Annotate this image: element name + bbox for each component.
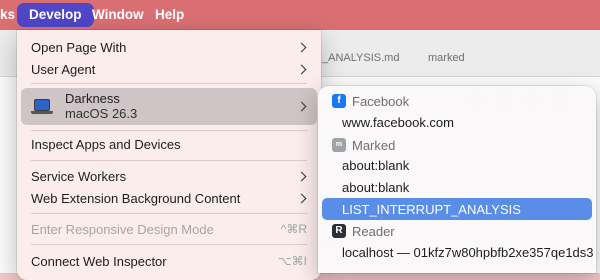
submenu-item-facebook-page[interactable]: www.facebook.com [322, 111, 592, 133]
device-name: Darkness [65, 91, 120, 106]
menu-item-label: Web Extension Background Content [31, 191, 241, 206]
menu-item-responsive-design-mode: Enter Responsive Design Mode ^⌘R [21, 218, 317, 240]
menu-item-label: Open Page With [31, 40, 127, 55]
menu-item-shortcut: ^⌘R [280, 222, 307, 236]
chevron-right-icon [296, 64, 307, 75]
menu-item-device-darkness[interactable]: Darkness macOS 26.3 [21, 88, 317, 125]
menu-item-web-extension-background[interactable]: Web Extension Background Content [21, 187, 317, 209]
menubar-item-bookmarks[interactable]: ks [0, 0, 15, 30]
submenu-item-about-blank[interactable]: about:blank [322, 176, 592, 198]
menu-item-user-agent[interactable]: User Agent [21, 58, 317, 80]
menubar-item-help[interactable]: Help [155, 0, 184, 30]
laptop-icon [31, 99, 53, 114]
chevron-right-icon [296, 42, 307, 53]
marked-icon: m [332, 138, 346, 152]
menu-item-label: Inspect Apps and Devices [31, 137, 181, 152]
menu-separator [31, 244, 307, 245]
menu-item-label: User Agent [31, 62, 96, 77]
menu-separator [31, 160, 307, 161]
device-submenu: f Facebook www.facebook.com m Marked abo… [318, 86, 596, 273]
menu-item-service-workers[interactable]: Service Workers [21, 165, 317, 187]
menu-item-inspect-apps[interactable]: Inspect Apps and Devices [21, 133, 317, 155]
menu-bar: ks Develop Window Help [0, 0, 600, 30]
menubar-item-window[interactable]: Window [92, 0, 144, 30]
menu-separator [31, 130, 307, 131]
background-tab-label: _ANALYSIS.md [322, 52, 400, 64]
chevron-right-icon [296, 193, 307, 204]
menu-item-open-page-with[interactable]: Open Page With [21, 36, 317, 58]
menu-item-label: Service Workers [31, 169, 127, 184]
menu-item-connect-web-inspector[interactable]: Connect Web Inspector ⌥⌘I [21, 250, 317, 272]
menubar-item-develop[interactable]: Develop [17, 3, 94, 27]
menu-item-shortcut: ⌥⌘I [277, 254, 307, 268]
submenu-item-about-blank[interactable]: about:blank [322, 154, 592, 176]
submenu-item-localhost[interactable]: localhost — 01kfz7w80hpbfb2xe357qe1ds3 [322, 241, 594, 263]
develop-menu: Open Page With User Agent Darkness macOS… [17, 30, 321, 280]
menu-item-label: Enter Responsive Design Mode [31, 222, 214, 237]
menu-item-label: Connect Web Inspector [31, 254, 167, 269]
chevron-right-icon [296, 171, 307, 182]
device-os: macOS 26.3 [65, 106, 138, 121]
background-tab-marked[interactable]: marked [428, 52, 465, 64]
submenu-item-list-interrupt-analysis[interactable]: LIST_INTERRUPT_ANALYSIS [322, 198, 592, 220]
menu-separator [31, 83, 307, 84]
reader-icon: R [332, 224, 346, 238]
menu-separator [31, 213, 307, 214]
chevron-right-icon [296, 101, 307, 112]
facebook-icon: f [332, 94, 346, 108]
